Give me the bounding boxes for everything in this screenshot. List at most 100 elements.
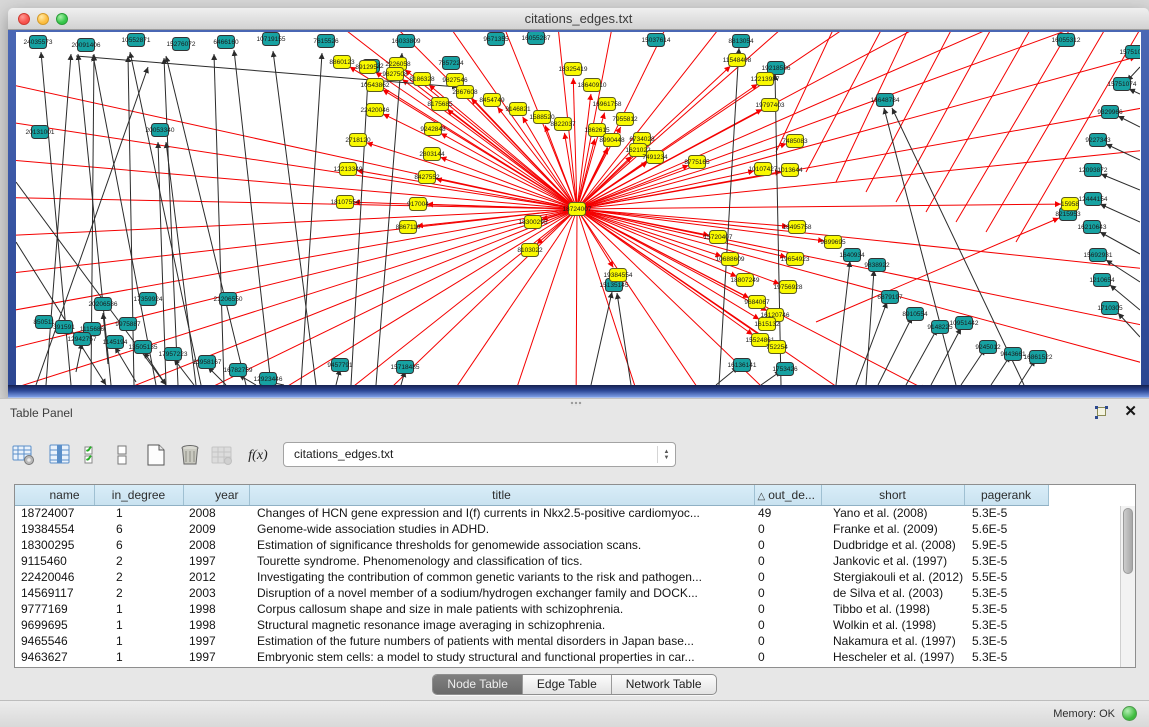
graph-edge[interactable] xyxy=(856,302,887,385)
window-titlebar[interactable]: citations_edges.txt xyxy=(8,8,1149,30)
graph-edge[interactable] xyxy=(273,51,316,385)
graph-edge[interactable] xyxy=(1101,174,1140,190)
graph-edge[interactable] xyxy=(1100,204,1140,222)
minimize-window-button[interactable] xyxy=(37,13,49,25)
graph-edge[interactable] xyxy=(1129,89,1140,94)
new-table-icon[interactable] xyxy=(142,441,170,469)
column-header-short[interactable]: short xyxy=(821,485,964,505)
node-label: 8910554 xyxy=(902,311,928,318)
table-row[interactable]: 1872400712008Changes of HCN gene express… xyxy=(15,505,1048,521)
node-label: 8454749 xyxy=(479,97,505,104)
table-settings-icon[interactable] xyxy=(10,441,38,469)
graph-edge[interactable] xyxy=(906,329,937,385)
function-builder-icon[interactable]: f(x) xyxy=(244,441,272,469)
network-canvas[interactable]: 2403557320091406105528711527607264661601… xyxy=(16,32,1141,385)
graph-edge[interactable] xyxy=(16,117,577,209)
graph-edge[interactable] xyxy=(926,32,1046,212)
table-row[interactable]: 1456911722003Disruption of a novel membe… xyxy=(15,585,1048,601)
node-label: 2718120 xyxy=(345,137,371,144)
node-table: namein_degreeyeartitle△out_de...shortpag… xyxy=(14,484,1136,668)
graph-edge[interactable] xyxy=(892,108,1024,385)
table-scrollbar[interactable] xyxy=(1120,506,1135,667)
tab-node-table[interactable]: Node Table xyxy=(433,675,523,694)
graph-edge[interactable] xyxy=(577,209,721,256)
graph-edge[interactable] xyxy=(836,32,921,182)
graph-edge[interactable] xyxy=(93,55,156,385)
column-header-year[interactable]: year xyxy=(183,485,249,505)
table-row[interactable]: 1938455462009Genome-wide association stu… xyxy=(15,521,1048,537)
table-row[interactable]: 946554611997Estimation of the future num… xyxy=(15,633,1048,649)
graph-edge[interactable] xyxy=(405,70,577,209)
node-label: 22420046 xyxy=(361,107,390,114)
graph-edge[interactable] xyxy=(956,32,1086,222)
graph-edge[interactable] xyxy=(41,52,71,385)
graph-edge[interactable] xyxy=(577,209,646,385)
graph-edge[interactable] xyxy=(577,32,806,209)
delete-table-icon[interactable] xyxy=(176,441,204,469)
graph-edge[interactable] xyxy=(577,209,1140,332)
citation-graph[interactable]: 2403557320091406105528711527607264661601… xyxy=(16,32,1140,385)
node-label: 1588520 xyxy=(529,114,555,121)
node-label: 15720407 xyxy=(704,234,733,241)
graph-edge[interactable] xyxy=(1118,313,1140,337)
import-table-icon[interactable] xyxy=(208,441,236,469)
table-row[interactable]: 1830029562008Estimation of significance … xyxy=(15,537,1048,553)
graph-edge[interactable] xyxy=(128,56,134,385)
graph-edge[interactable] xyxy=(816,218,1059,322)
graph-edge[interactable] xyxy=(896,32,1006,202)
column-header-title[interactable]: title xyxy=(249,485,754,505)
close-window-button[interactable] xyxy=(18,13,30,25)
graph-edge[interactable] xyxy=(376,53,402,385)
graph-edge[interactable] xyxy=(506,209,577,385)
graph-edge[interactable] xyxy=(878,317,912,385)
graph-edge[interactable] xyxy=(1118,116,1140,127)
graph-edge[interactable] xyxy=(436,179,577,209)
node-label: 7485083 xyxy=(782,138,808,145)
row-check-icon[interactable] xyxy=(80,441,108,469)
graph-edge[interactable] xyxy=(577,57,1136,209)
zoom-window-button[interactable] xyxy=(56,13,68,25)
graph-edge[interactable] xyxy=(577,32,616,209)
tab-network-table[interactable]: Network Table xyxy=(612,675,716,694)
graph-edge[interactable] xyxy=(719,48,739,385)
column-visibility-icon[interactable] xyxy=(46,441,74,469)
graph-edge[interactable] xyxy=(884,108,956,385)
graph-edge[interactable] xyxy=(866,270,874,385)
tab-edge-table[interactable]: Edge Table xyxy=(523,675,612,694)
close-panel-icon[interactable]: ✕ xyxy=(1124,405,1137,419)
row-toggle-icon[interactable] xyxy=(108,441,136,469)
table-row[interactable]: 2242004622012Investigating the contribut… xyxy=(15,569,1048,585)
column-header-in_degree[interactable]: in_degree xyxy=(94,485,183,505)
scrollbar-thumb[interactable] xyxy=(1123,508,1133,574)
graph-edge[interactable] xyxy=(577,32,1076,209)
table-row[interactable]: 946362711997Embryonic stem cells: a mode… xyxy=(15,649,1048,665)
graph-edge[interactable] xyxy=(591,292,612,385)
graph-edge[interactable] xyxy=(577,94,591,209)
graph-edge[interactable] xyxy=(577,32,1016,209)
table-row[interactable]: 969969511998Structural magnetic resonanc… xyxy=(15,617,1048,633)
graph-edge[interactable] xyxy=(214,54,224,385)
column-header-name[interactable]: name xyxy=(15,485,94,505)
graph-edge[interactable] xyxy=(931,328,961,385)
graph-edge[interactable] xyxy=(234,50,271,385)
graph-edge[interactable] xyxy=(576,209,577,385)
float-panel-icon[interactable] xyxy=(1095,406,1108,419)
graph-edge[interactable] xyxy=(577,209,716,385)
graph-edge[interactable] xyxy=(577,32,736,209)
node-label: 9975887 xyxy=(115,321,141,328)
graph-edge[interactable] xyxy=(441,133,577,209)
column-header-out_de[interactable]: △out_de... xyxy=(754,485,821,505)
node-label: 16961758 xyxy=(593,101,622,108)
graph-edge[interactable] xyxy=(577,204,1061,209)
column-header-pagerank[interactable]: pagerank xyxy=(964,485,1048,505)
graph-edge[interactable] xyxy=(776,32,846,152)
graph-edge[interactable] xyxy=(1106,144,1140,160)
node-label: 8215953 xyxy=(1055,211,1081,218)
graph-edge[interactable] xyxy=(436,209,577,385)
graph-edge[interactable] xyxy=(961,349,985,385)
table-row[interactable]: 911546021997Tourette syndrome. Phenomeno… xyxy=(15,553,1048,569)
node-label: 9827546 xyxy=(442,77,468,84)
table-source-select[interactable]: citations_edges.txt ▲▼ xyxy=(283,442,676,467)
graph-edge[interactable] xyxy=(577,209,786,257)
table-row[interactable]: 977716911998Corpus callosum shape and si… xyxy=(15,601,1048,617)
